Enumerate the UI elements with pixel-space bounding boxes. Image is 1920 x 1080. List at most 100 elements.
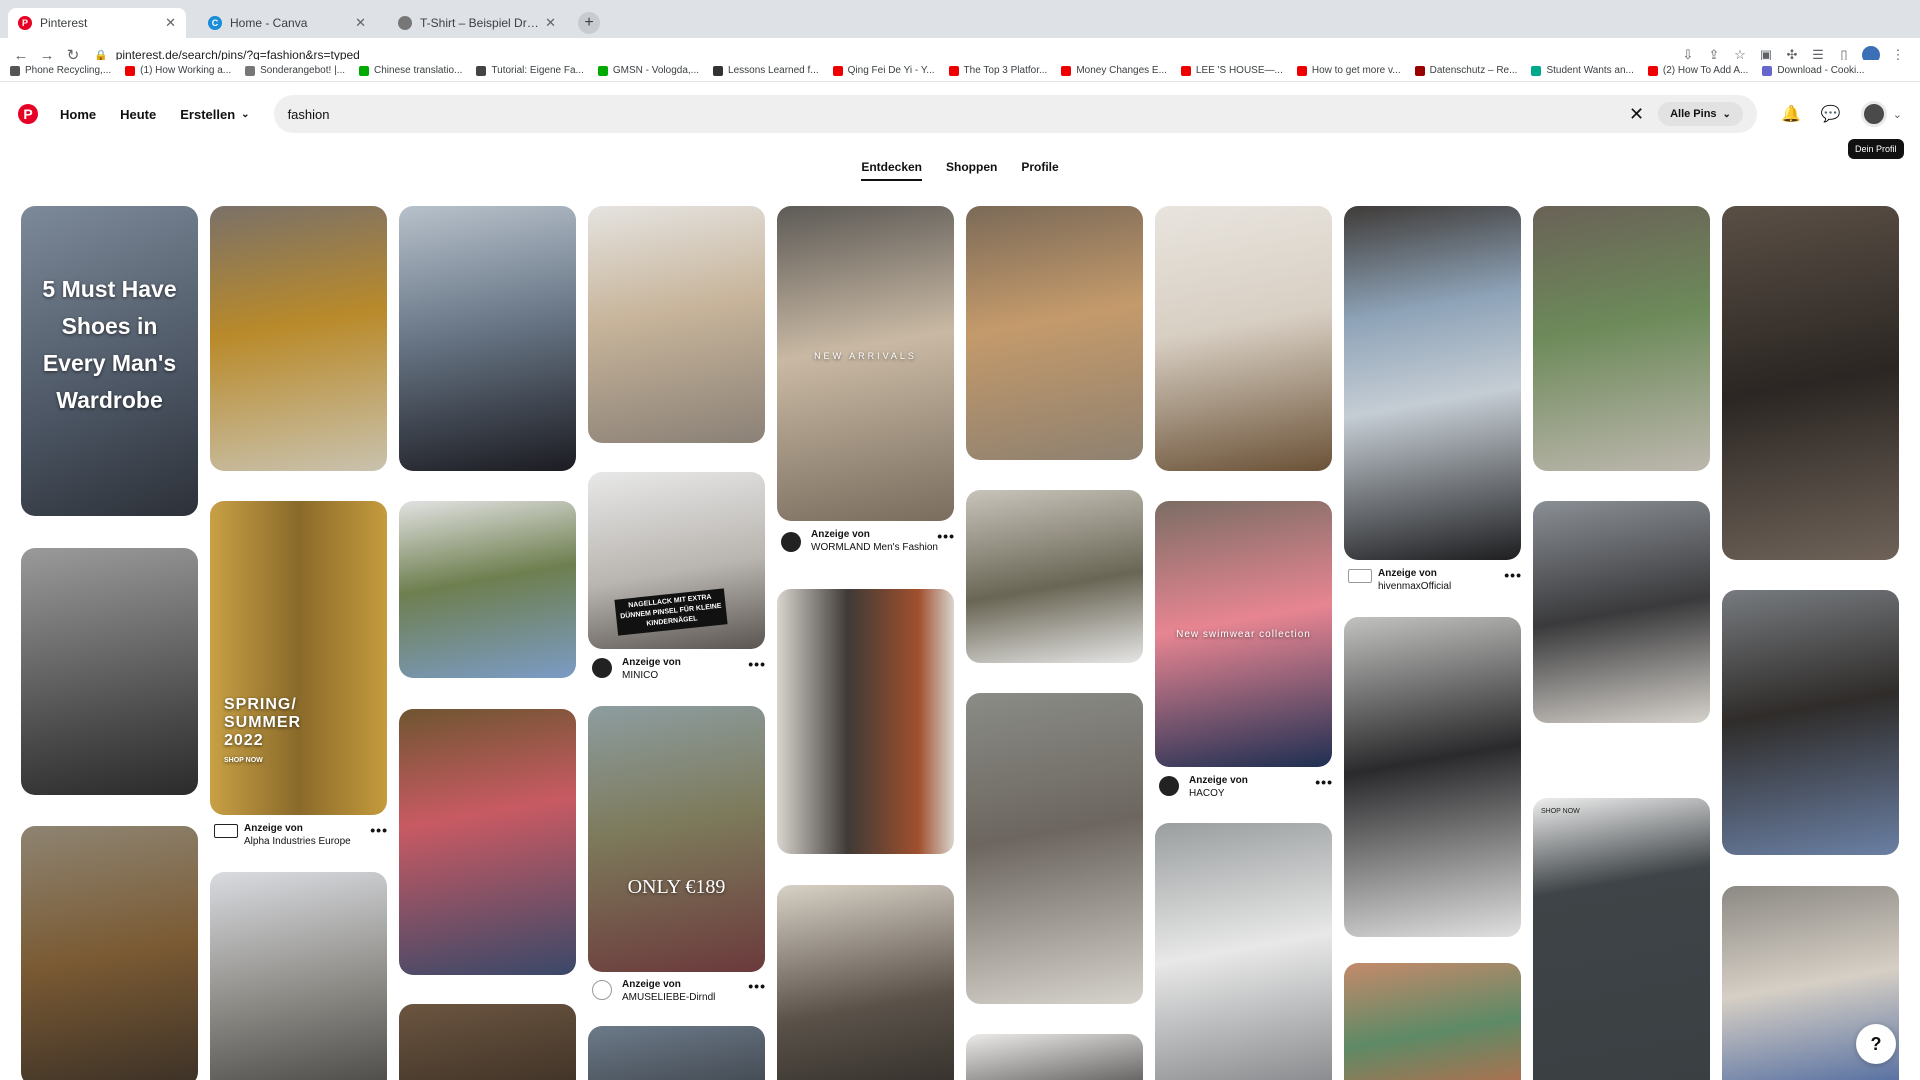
more-options-icon[interactable]: ••• (937, 529, 955, 543)
pin-card[interactable] (966, 490, 1143, 663)
tab-profile[interactable]: Profile (1021, 160, 1058, 181)
bookmark-item[interactable]: The Top 3 Platfor... (948, 65, 1047, 76)
pin-card[interactable] (1533, 206, 1710, 471)
bookmark-favicon-icon (10, 65, 20, 76)
bookmark-item[interactable]: Phone Recycling,... (10, 65, 111, 76)
tab-shoppen[interactable]: Shoppen (946, 160, 997, 181)
pin-card[interactable] (588, 1026, 765, 1080)
pin-card[interactable] (588, 206, 765, 443)
pin-cta-overlay: SHOP NOW (1541, 808, 1580, 815)
tab-entdecken[interactable]: Entdecken (861, 160, 922, 181)
bookmark-item[interactable]: Datenschutz – Re... (1414, 65, 1517, 76)
bookmark-favicon-icon (125, 65, 136, 76)
pin-card[interactable] (777, 885, 954, 1080)
more-options-icon[interactable]: ••• (748, 979, 766, 993)
pin-card[interactable]: NEW ARRIVALS (777, 206, 954, 521)
nav-home[interactable]: Home (60, 107, 96, 122)
bookmark-item[interactable]: (1) How Working a... (125, 65, 231, 76)
bookmark-item[interactable]: LEE 'S HOUSE—... (1180, 65, 1283, 76)
pin-card[interactable]: 5 Must Have Shoes in Every Man's Wardrob… (21, 206, 198, 516)
pin-card[interactable] (1344, 963, 1521, 1080)
pin-card[interactable]: NAGELLACK MIT EXTRA DÜNNEM PINSEL FÜR KL… (588, 472, 765, 649)
tab-title: Pinterest (40, 16, 88, 30)
close-tab-icon[interactable]: ✕ (355, 15, 366, 31)
pin-card[interactable]: SHOP NOW (1533, 798, 1710, 1080)
pin-card[interactable] (399, 501, 576, 678)
bookmark-item[interactable]: Money Changes E... (1061, 65, 1167, 76)
ad-label[interactable]: Anzeige von hivenmaxOfficial ••• (1348, 567, 1521, 593)
bookmark-label: Phone Recycling,... (25, 65, 112, 76)
nav-heute[interactable]: Heute (120, 107, 156, 122)
bell-icon[interactable]: 🔔 (1781, 104, 1801, 124)
pinterest-logo-icon[interactable]: P (18, 104, 38, 124)
pin-card[interactable] (1722, 206, 1899, 560)
more-options-icon[interactable]: ••• (1504, 568, 1522, 582)
bookmark-item[interactable]: (2) How To Add A... (1647, 65, 1748, 76)
bookmark-label: Student Wants an... (1546, 65, 1634, 76)
ad-label[interactable]: Anzeige von HACOY ••• (1159, 774, 1332, 800)
pin-card[interactable]: ONLY €189 (588, 706, 765, 972)
close-tab-icon[interactable]: ✕ (545, 15, 556, 31)
browser-tab-canva[interactable]: C Home - Canva ✕ (198, 8, 376, 38)
pin-card[interactable] (21, 826, 198, 1080)
pin-card[interactable] (1155, 823, 1332, 1080)
pin-card[interactable] (966, 1034, 1143, 1080)
help-button[interactable]: ? (1856, 1024, 1896, 1064)
bookmark-item[interactable]: How to get more v... (1296, 65, 1401, 76)
nav-erstellen[interactable]: Erstellen ⌄ (180, 107, 249, 122)
search-input[interactable]: fashion (288, 107, 1629, 122)
bookmark-item[interactable]: Tutorial: Eigene Fa... (476, 65, 584, 76)
pin-card[interactable] (399, 709, 576, 975)
clear-search-icon[interactable]: ✕ (1629, 104, 1644, 125)
ad-label[interactable]: Anzeige von Alpha Industries Europe ••• (214, 822, 387, 848)
bookmark-item[interactable]: Qing Fei De Yi - Y... (832, 65, 935, 76)
bookmark-item[interactable]: GMSN - Vologda,... (597, 65, 699, 76)
ad-prefix: Anzeige von (1189, 775, 1248, 786)
ad-prefix: Anzeige von (244, 823, 303, 834)
pin-card[interactable] (1344, 206, 1521, 560)
pin-card[interactable] (399, 1004, 576, 1080)
bookmark-favicon-icon (1414, 65, 1425, 76)
pin-card[interactable] (21, 548, 198, 795)
more-options-icon[interactable]: ••• (1315, 775, 1333, 789)
pin-card[interactable] (1533, 501, 1710, 723)
pin-card[interactable] (1344, 617, 1521, 937)
pin-card[interactable] (777, 589, 954, 854)
profile-avatar[interactable] (1860, 101, 1887, 127)
canva-favicon-icon: C (208, 16, 222, 30)
bookmark-item[interactable]: Lessons Learned f... (713, 65, 819, 76)
bookmark-label: Download - Cooki... (1777, 65, 1865, 76)
bookmark-favicon-icon (1061, 65, 1072, 76)
chevron-down-icon: ⌄ (1722, 108, 1731, 120)
pin-card[interactable] (966, 206, 1143, 460)
pin-card[interactable] (1722, 590, 1899, 855)
ad-label[interactable]: Anzeige von MINICO ••• (592, 656, 765, 682)
pin-card[interactable] (966, 693, 1143, 1004)
browser-tab-tshirt[interactable]: T-Shirt – Beispiel Dropshipping ✕ (388, 8, 566, 38)
chevron-down-icon[interactable]: ⌄ (1893, 108, 1902, 121)
ad-label[interactable]: Anzeige von AMUSELIEBE-Dirndl ••• (592, 978, 765, 1004)
new-tab-button[interactable]: + (578, 12, 600, 34)
chat-icon[interactable]: 💬 (1821, 104, 1841, 124)
bookmark-item[interactable]: Download - Cooki... (1762, 65, 1865, 76)
search-subtabs: Entdecken Shoppen Profile (0, 160, 1920, 181)
pin-card[interactable] (210, 872, 387, 1080)
bookmark-item[interactable]: Chinese translatio... (359, 65, 462, 76)
bookmark-label: Money Changes E... (1076, 65, 1167, 76)
close-tab-icon[interactable]: ✕ (165, 15, 176, 31)
bookmark-label: (1) How Working a... (140, 65, 232, 76)
more-options-icon[interactable]: ••• (370, 823, 388, 837)
pin-card[interactable] (399, 206, 576, 471)
ad-label[interactable]: Anzeige von WORMLAND Men's Fashion ••• (781, 528, 954, 554)
pin-card[interactable] (210, 206, 387, 471)
bookmark-item[interactable]: Student Wants an... (1531, 65, 1634, 76)
filter-dropdown[interactable]: Alle Pins ⌄ (1658, 102, 1743, 126)
pin-card[interactable] (1155, 206, 1332, 471)
pin-card[interactable]: SPRING/ SUMMER 2022 SHOP NOW (210, 501, 387, 815)
search-bar[interactable]: fashion ✕ Alle Pins ⌄ (273, 95, 1757, 133)
bookmark-favicon-icon (1647, 65, 1658, 76)
more-options-icon[interactable]: ••• (748, 657, 766, 671)
pin-card[interactable]: New swimwear collection (1155, 501, 1332, 767)
bookmark-item[interactable]: Sonderangebot! |... (245, 65, 345, 76)
browser-tab-pinterest[interactable]: P Pinterest ✕ (8, 8, 186, 38)
